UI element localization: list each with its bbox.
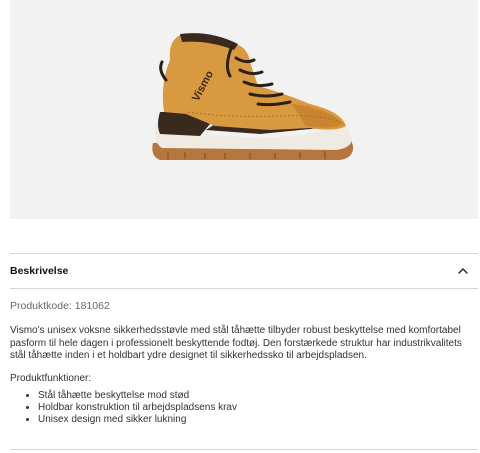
divider-header bbox=[10, 288, 478, 289]
list-item: Holdbar konstruktion til arbejdspladsens… bbox=[38, 402, 478, 414]
accordion-description-panel: Produktkode: 181062 Vismo's unisex voksn… bbox=[10, 300, 478, 426]
product-description: Vismo's unisex voksne sikkerhedsstøvle m… bbox=[10, 325, 462, 361]
product-image[interactable]: Vismo bbox=[10, 0, 478, 219]
chevron-up-icon[interactable] bbox=[457, 265, 469, 277]
product-code: Produktkode: 181062 bbox=[10, 300, 110, 312]
accordion-description-header[interactable]: Beskrivelse bbox=[10, 254, 478, 288]
list-item: Unisex design med sikker lukning bbox=[38, 414, 478, 426]
divider-bottom bbox=[10, 449, 478, 450]
list-item: Stål tåhætte beskyttelse mod stød bbox=[38, 390, 478, 402]
features-list: Stål tåhætte beskyttelse mod stød Holdba… bbox=[10, 390, 478, 426]
features-heading: Produktfunktioner: bbox=[10, 372, 92, 384]
accordion-title: Beskrivelse bbox=[10, 265, 69, 277]
product-page: Vismo Beskrivelse Produktkode: 181062 Vi… bbox=[0, 0, 480, 453]
boot-illustration: Vismo bbox=[152, 33, 354, 160]
